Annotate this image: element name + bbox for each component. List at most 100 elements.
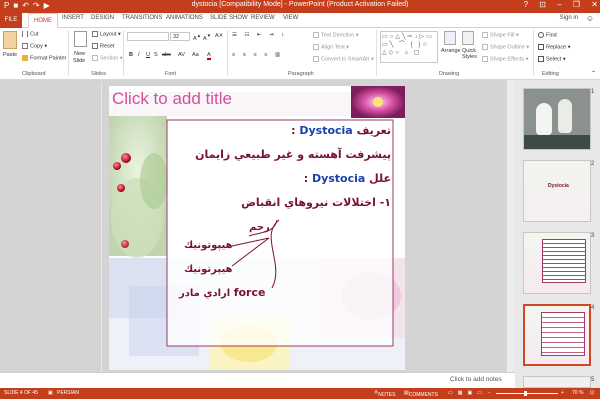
spell-check-icon[interactable]: ▣: [48, 390, 53, 396]
slide-line-description[interactable]: پيشرفت آهسته و غير طبيعي زايمان: [195, 148, 391, 161]
slide-thumbnail-2[interactable]: Dystocia: [523, 160, 591, 222]
paste-button[interactable]: Paste: [3, 52, 17, 58]
paintbrush-icon: [22, 55, 28, 61]
reset-icon: [92, 43, 98, 49]
search-icon: [538, 32, 544, 38]
slide-line-item-1[interactable]: ١- اختلالات نيروهاي انقباض: [241, 196, 391, 209]
fit-to-window-icon[interactable]: ⊡: [590, 390, 594, 396]
scissors-icon: [22, 31, 28, 37]
notes-pane[interactable]: Click to add notes: [0, 372, 515, 388]
sign-in-link[interactable]: Sign in: [560, 15, 578, 21]
thumbnail-number: 5: [591, 377, 595, 383]
label-hypotonic[interactable]: هيپوتونيك: [184, 240, 233, 251]
grow-font-icon[interactable]: A▲: [193, 33, 201, 42]
copy-icon: [22, 43, 28, 49]
change-case-button[interactable]: Aa: [192, 52, 199, 58]
slide-thumbnails-pane: 1 2 Dystocia 3 4 5: [515, 80, 600, 388]
label-uterus[interactable]: رحم: [249, 222, 270, 233]
font-size-box[interactable]: 32: [170, 32, 190, 41]
user-avatar-icon[interactable]: ☺: [586, 14, 594, 23]
find-button[interactable]: Find: [538, 32, 557, 38]
tab-review[interactable]: REVIEW: [251, 15, 275, 21]
shadow-button[interactable]: S: [154, 52, 158, 58]
ruler-line: [101, 82, 102, 372]
arrange-icon[interactable]: [444, 31, 456, 45]
view-buttons[interactable]: ▭▦▣▭: [448, 390, 487, 396]
slide-line-causes[interactable]: علل Dystocia :: [304, 172, 391, 185]
replace-button[interactable]: Replace ▾: [538, 44, 570, 50]
select-button[interactable]: Select ▾: [538, 56, 566, 62]
align-text-button[interactable]: Align Text ▾: [313, 44, 349, 50]
zoom-level[interactable]: 70 %: [572, 390, 583, 396]
slide-thumbnail-1[interactable]: [523, 88, 591, 150]
thumbnail-number: 4: [591, 305, 595, 311]
notes-toggle[interactable]: ≜ NOTES: [374, 390, 395, 398]
group-separator: [533, 30, 534, 76]
tab-transitions[interactable]: TRANSITIONS: [122, 15, 162, 21]
collapse-ribbon-icon[interactable]: ⌃: [591, 70, 596, 77]
tab-animations[interactable]: ANIMATIONS: [166, 15, 203, 21]
underline-button[interactable]: U: [146, 52, 150, 58]
clear-formatting-icon[interactable]: A✕: [215, 33, 223, 39]
tab-view[interactable]: VIEW: [283, 15, 298, 21]
cursor-icon: [538, 56, 544, 62]
language-indicator[interactable]: PERSIAN: [57, 390, 79, 396]
new-slide-icon[interactable]: [74, 31, 87, 47]
slide-thumbnail-4-selected[interactable]: [523, 304, 591, 366]
format-painter-button[interactable]: Format Painter: [22, 55, 66, 61]
quick-styles-icon[interactable]: [462, 31, 474, 45]
alignment-icons[interactable]: ≡ ≡ ≡ ≡ ▥: [232, 52, 283, 58]
slide-thumbnail-3[interactable]: [523, 232, 591, 294]
clipboard-group-label: Clipboard: [22, 71, 46, 77]
paste-icon[interactable]: [3, 31, 17, 49]
window-controls[interactable]: ? ⊡ – ❐ ✕: [524, 0, 598, 9]
reset-button[interactable]: Reset: [92, 43, 114, 49]
shape-fill-button[interactable]: Shape Fill ▾: [482, 32, 519, 38]
bold-button[interactable]: B: [129, 52, 133, 58]
tab-insert[interactable]: INSERT: [62, 15, 84, 21]
comments-toggle[interactable]: ▤ COMMENTS: [404, 390, 438, 398]
arrange-button[interactable]: Arrange: [441, 48, 461, 54]
section-icon: [92, 55, 98, 61]
convert-smartart-button[interactable]: Convert to SmartArt ▾: [313, 56, 374, 62]
group-separator: [123, 30, 124, 76]
thumbnail-number: 3: [591, 233, 595, 239]
editing-group-label: Editing: [542, 71, 559, 77]
font-color-icon[interactable]: A: [207, 52, 211, 60]
strikethrough-button[interactable]: abc: [162, 52, 171, 58]
shape-outline-button[interactable]: Shape Outline ▾: [482, 44, 529, 50]
bullets-numbering-icons[interactable]: ☰ ☷ ⇤ ⇥ ↕: [232, 32, 287, 38]
tab-slideshow[interactable]: SLIDE SHOW: [210, 15, 248, 21]
slide-line-definition[interactable]: تعريف Dystocia :: [291, 124, 391, 137]
zoom-slider[interactable]: [496, 393, 558, 394]
font-name-box[interactable]: [127, 32, 169, 41]
tab-design[interactable]: DESIGN: [91, 15, 114, 21]
notes-placeholder[interactable]: Click to add notes: [450, 376, 502, 383]
character-spacing-button[interactable]: AV: [178, 52, 185, 58]
zoom-in-icon[interactable]: +: [561, 390, 564, 396]
powerpoint-window: P■↶↷▶ dystocia [Compatibility Mode] - Po…: [0, 0, 600, 399]
slide-canvas[interactable]: Click to add title تعريف Dystocia : پيشر…: [109, 86, 405, 370]
section-button[interactable]: Section ▾: [92, 55, 123, 61]
tab-home[interactable]: HOME: [28, 13, 58, 28]
slide-counter: SLIDE 4 OF 45: [4, 390, 38, 396]
text-direction-button[interactable]: Text Direction ▾: [313, 32, 359, 38]
layout-button[interactable]: Layout ▾: [92, 31, 121, 37]
new-slide-button-line2[interactable]: Slide: [73, 58, 85, 64]
copy-button[interactable]: Copy ▾: [22, 43, 47, 49]
quick-styles-button[interactable]: Quick Styles: [462, 48, 480, 60]
shape-effects-button[interactable]: Shape Effects ▾: [482, 56, 528, 62]
vertical-scrollbar[interactable]: [507, 80, 515, 372]
cut-button[interactable]: Cut: [22, 31, 39, 37]
new-slide-button[interactable]: New: [74, 51, 85, 57]
title-placeholder[interactable]: Click to add title: [112, 89, 232, 109]
slide-thumbnail-5[interactable]: [523, 376, 591, 388]
shrink-font-icon[interactable]: A▼: [203, 33, 211, 42]
zoom-slider-thumb[interactable]: [524, 391, 527, 396]
tab-file[interactable]: FILE: [0, 13, 22, 28]
label-hypertonic[interactable]: هيپرتونيك: [184, 264, 233, 275]
label-maternal-force[interactable]: ارادي مادر force: [179, 286, 265, 299]
zoom-out-icon[interactable]: −: [488, 390, 491, 396]
shapes-gallery[interactable]: ▭○△╲⇨↓▷▭ ▭╲ ⌒ { }☆ △◇○ ⌂ ▢: [380, 31, 438, 63]
italic-button[interactable]: I: [138, 52, 140, 58]
